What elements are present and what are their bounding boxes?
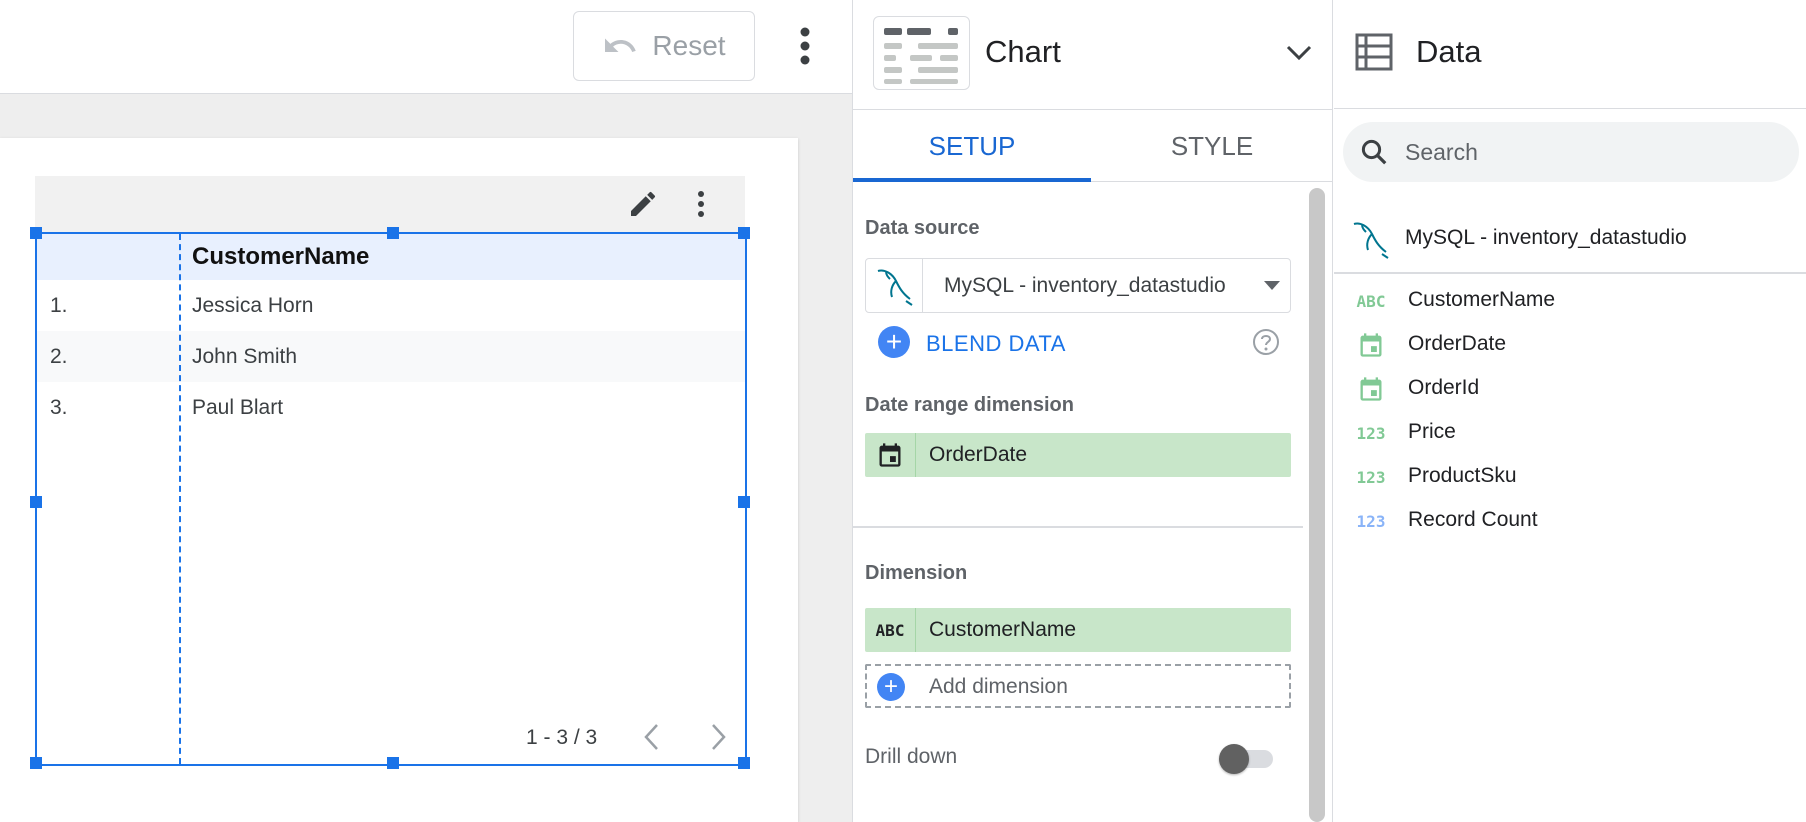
mysql-icon	[866, 259, 923, 312]
resize-handle[interactable]	[30, 496, 42, 508]
search-box[interactable]	[1343, 122, 1799, 182]
table-row[interactable]: 1. Jessica Horn	[37, 280, 745, 331]
text-type-icon: ABC	[865, 608, 916, 652]
field-customername[interactable]: ABC CustomerName	[1334, 278, 1806, 322]
chevron-down-icon[interactable]	[1283, 36, 1315, 68]
resize-handle[interactable]	[738, 496, 750, 508]
scrollbar[interactable]	[1309, 188, 1325, 822]
more-vert-icon[interactable]	[790, 22, 820, 70]
resize-handle[interactable]	[30, 757, 42, 769]
panel-tabs: SETUP STYLE	[853, 109, 1333, 182]
calendar-icon	[1356, 332, 1386, 358]
data-source-select[interactable]: MySQL - inventory_datastudio	[865, 258, 1291, 313]
table-header[interactable]: CustomerName	[37, 234, 745, 280]
search-input[interactable]	[1405, 136, 1775, 168]
row-number: 2.	[50, 345, 68, 368]
add-dimension-label: Add dimension	[929, 675, 1068, 698]
chart-panel-title: Chart	[985, 34, 1061, 69]
top-toolbar: Reset	[0, 0, 852, 94]
pencil-icon[interactable]	[627, 188, 659, 220]
row-value: Jessica Horn	[192, 294, 314, 317]
field-name: OrderDate	[1408, 332, 1507, 355]
dimension-chip[interactable]: ABC CustomerName	[865, 608, 1291, 652]
row-number: 1.	[50, 294, 68, 317]
drill-down-label: Drill down	[865, 745, 958, 768]
reset-button[interactable]: Reset	[573, 11, 755, 81]
chart-header-bar	[35, 176, 745, 232]
setup-body: Data source MySQL - inventory_datastudio…	[853, 183, 1303, 822]
table-chart[interactable]: CustomerName 1. Jessica Horn 2. John Smi…	[30, 227, 750, 769]
data-panel-title: Data	[1416, 34, 1482, 69]
date-range-chip[interactable]: OrderDate	[865, 433, 1291, 477]
data-source-label: Data source	[865, 217, 980, 239]
chevron-left-icon[interactable]	[637, 719, 667, 755]
field-productsku[interactable]: 123 ProductSku	[1334, 454, 1806, 498]
tab-style[interactable]: STYLE	[1093, 110, 1331, 182]
field-orderid[interactable]: OrderId	[1334, 366, 1806, 410]
column-divider[interactable]	[179, 234, 181, 764]
field-name: ProductSku	[1408, 464, 1517, 487]
chart-more-icon[interactable]	[691, 188, 711, 220]
row-value: John Smith	[192, 345, 298, 368]
field-name: Price	[1408, 420, 1456, 443]
search-icon	[1361, 139, 1387, 165]
number-type-icon: 123	[1356, 423, 1386, 443]
section-divider	[853, 526, 1303, 528]
calendar-icon	[1356, 376, 1386, 402]
reset-label: Reset	[652, 30, 726, 61]
add-dimension-button[interactable]: + Add dimension	[865, 664, 1291, 708]
resize-handle[interactable]	[738, 757, 750, 769]
report-canvas: Reset CustomerName 1. Jessica Horn 2. Jo…	[0, 0, 852, 822]
dimension-value: CustomerName	[929, 618, 1077, 641]
help-icon[interactable]	[1251, 327, 1281, 357]
pagination-label: 1 - 3 / 3	[526, 726, 598, 749]
calendar-icon	[865, 433, 916, 477]
data-source-value: MySQL - inventory_datastudio	[944, 274, 1226, 297]
data-panel: Data MySQL - inventory_datastudio ABC Cu…	[1334, 0, 1806, 822]
field-name: OrderId	[1408, 376, 1480, 399]
date-range-value: OrderDate	[929, 443, 1028, 466]
undo-icon	[605, 38, 637, 52]
column-header-customername[interactable]: CustomerName	[192, 243, 369, 271]
dropdown-arrow-icon	[1264, 281, 1280, 290]
resize-handle[interactable]	[387, 757, 399, 769]
data-source-name: MySQL - inventory_datastudio	[1405, 226, 1687, 249]
resize-handle[interactable]	[30, 227, 42, 239]
report-page: CustomerName 1. Jessica Horn 2. John Smi…	[0, 138, 798, 822]
number-type-icon: 123	[1356, 467, 1386, 487]
data-source-row[interactable]: MySQL - inventory_datastudio	[1334, 214, 1806, 274]
chevron-right-icon[interactable]	[703, 719, 733, 755]
number-type-icon: 123	[1356, 511, 1386, 531]
add-circle-icon[interactable]: +	[878, 326, 910, 358]
data-panel-header: Data	[1334, 0, 1806, 109]
field-price[interactable]: 123 Price	[1334, 410, 1806, 454]
table-row[interactable]: 3. Paul Blart	[37, 382, 745, 433]
table-row[interactable]: 2. John Smith	[37, 331, 745, 382]
data-table-icon	[1355, 33, 1393, 71]
drill-down-toggle[interactable]	[1219, 744, 1275, 774]
row-value: Paul Blart	[192, 396, 284, 419]
mysql-icon	[1353, 222, 1389, 259]
add-circle-icon: +	[877, 673, 905, 701]
dimension-label: Dimension	[865, 562, 968, 584]
blend-data-button[interactable]: BLEND DATA	[926, 331, 1066, 357]
date-range-label: Date range dimension	[865, 394, 1074, 416]
resize-handle[interactable]	[738, 227, 750, 239]
field-name: Record Count	[1408, 508, 1538, 531]
field-name: CustomerName	[1408, 288, 1556, 311]
chart-type-table-icon[interactable]	[873, 16, 970, 90]
field-orderdate[interactable]: OrderDate	[1334, 322, 1806, 366]
row-number: 3.	[50, 396, 68, 419]
chart-properties-panel: Chart SETUP STYLE Data source MySQL - in…	[852, 0, 1333, 822]
tab-setup[interactable]: SETUP	[853, 110, 1091, 182]
resize-handle[interactable]	[387, 227, 399, 239]
field-record-count[interactable]: 123 Record Count	[1334, 498, 1806, 542]
text-type-icon: ABC	[1356, 291, 1386, 311]
